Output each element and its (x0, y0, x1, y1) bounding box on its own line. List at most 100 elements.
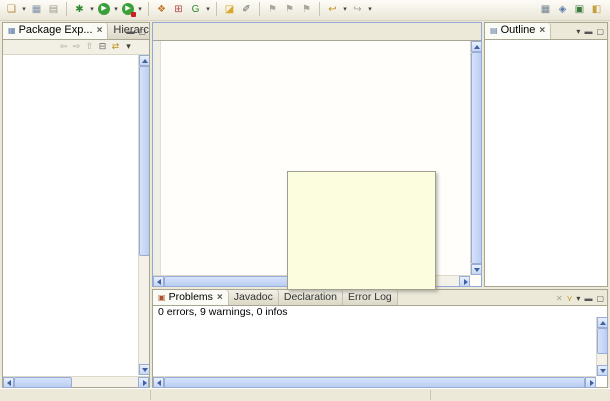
package-explorer-panel: ▦Package Exp...×Hierarchy ▬▢ ⇦⇨⇧⊟⇄▾ (2, 22, 150, 388)
new-wizard-icon-dropdown[interactable]: ▾ (20, 2, 28, 17)
delete-icon[interactable]: ✕ (556, 294, 563, 303)
new-class-icon-dropdown[interactable]: ▾ (204, 2, 212, 17)
debug-icon-dropdown[interactable]: ▾ (88, 2, 96, 17)
tree-horizontal-scrollbar[interactable] (3, 376, 149, 387)
outline-panel: ▤Outline× ▾ ▬ ▢ (484, 22, 608, 287)
problems-vertical-scrollbar[interactable] (596, 317, 607, 376)
arrow-left-icon (157, 279, 161, 285)
scroll-left-button[interactable] (153, 276, 164, 287)
scroll-up-button[interactable] (597, 317, 608, 328)
scroll-left-button[interactable] (3, 377, 14, 388)
scrollbar-thumb[interactable] (597, 328, 608, 354)
scroll-up-button[interactable] (471, 41, 482, 52)
scroll-right-button[interactable] (585, 377, 596, 388)
minimize-icon[interactable]: ▬ (584, 294, 592, 303)
debug-icon[interactable]: ✱ (72, 2, 87, 17)
scrollbar-thumb[interactable] (164, 377, 585, 388)
scroll-right-button[interactable] (459, 276, 470, 287)
package-explorer-tabrow: ▦Package Exp...×Hierarchy ▬▢ (3, 23, 149, 40)
resource-perspective-icon[interactable]: ◈ (555, 2, 570, 17)
java-perspective-icon[interactable]: ▣ (572, 2, 587, 17)
editor-body[interactable] (153, 41, 481, 286)
forward-icon[interactable]: ↪ (350, 2, 365, 17)
eclipse-window: ❏▾▦▤✱▾▶▾▶▾❖⊞G▾◪✐⚑⚑⚑↩▾↪▾ ▦◈▣◧ ▦Package Ex… (0, 0, 610, 401)
new-wizard-icon[interactable]: ❏ (4, 2, 19, 17)
editor-vertical-scrollbar[interactable] (470, 41, 481, 275)
maximize-icon[interactable]: ▢ (138, 27, 146, 36)
toolbar-separator (319, 2, 320, 16)
editor-tabrow (153, 23, 481, 41)
problems-panel: ▣Problems×JavadocDeclarationError Log ✕ ⋎… (152, 289, 608, 388)
maximize-icon[interactable]: ▢ (596, 27, 604, 36)
tree-item[interactable] (3, 56, 138, 68)
up-icon[interactable]: ⇧ (83, 41, 96, 52)
debug-perspective-icon[interactable]: ◧ (589, 2, 604, 17)
perspective-grid-icon[interactable]: ▦ (538, 2, 553, 17)
tree-vertical-scrollbar[interactable] (138, 55, 149, 375)
scroll-up-button[interactable] (139, 55, 149, 66)
run-icon[interactable]: ▶ (98, 3, 110, 15)
view-menu-icon[interactable]: ▾ (576, 27, 580, 36)
new-java-project-icon[interactable]: ❖ (154, 2, 169, 17)
arrow-left-icon (7, 380, 11, 386)
close-icon[interactable]: × (217, 292, 223, 303)
toolbar-separator (66, 2, 67, 16)
next-annotation-icon[interactable]: ⚑ (299, 2, 314, 17)
forward-icon[interactable]: ⇨ (70, 41, 83, 52)
back-icon[interactable]: ⇦ (57, 41, 70, 52)
problems-horizontal-scrollbar[interactable] (153, 376, 596, 387)
tab-problems[interactable]: ▣Problems× (153, 290, 229, 305)
package-explorer-header-icons: ▬▢ (122, 25, 146, 37)
tab-outline[interactable]: ▤Outline× (485, 23, 551, 39)
last-edit-location-icon[interactable]: ⚑ (265, 2, 280, 17)
external-tools-icon-dropdown[interactable]: ▾ (136, 2, 144, 17)
open-file-icon[interactable]: ◪ (222, 2, 237, 17)
forward-icon-dropdown[interactable]: ▾ (366, 2, 374, 17)
editor-panel (152, 22, 482, 287)
scrollbar-thumb[interactable] (14, 377, 72, 388)
tab-package-exp[interactable]: ▦Package Exp...× (3, 23, 108, 39)
search-icon[interactable]: ✐ (239, 2, 254, 17)
print-icon[interactable]: ▤ (46, 2, 61, 17)
view-menu-icon[interactable]: ▾ (122, 41, 135, 52)
minimize-icon[interactable]: ▬ (584, 27, 592, 36)
scroll-left-button[interactable] (153, 377, 164, 388)
external-tools-icon[interactable]: ▶ (122, 3, 134, 15)
arrow-up-icon (142, 59, 148, 63)
scroll-down-button[interactable] (597, 365, 608, 376)
collapse-all-icon[interactable]: ⊟ (96, 41, 109, 52)
close-icon[interactable]: × (97, 25, 103, 36)
run-icon-dropdown[interactable]: ▾ (112, 2, 120, 17)
scrollbar-thumb[interactable] (139, 66, 149, 256)
arrow-down-icon (142, 368, 148, 372)
tab-javadoc[interactable]: Javadoc (229, 290, 279, 305)
tab-declaration[interactable]: Declaration (279, 290, 343, 305)
scrollbar-thumb[interactable] (164, 276, 294, 287)
previous-annotation-icon[interactable]: ⚑ (282, 2, 297, 17)
minimize-icon[interactable]: ▬ (126, 27, 134, 36)
new-package-icon[interactable]: ⊞ (171, 2, 186, 17)
package-explorer-treewrap (3, 55, 149, 375)
arrow-up-icon (474, 45, 480, 49)
save-icon[interactable]: ▦ (29, 2, 44, 17)
package-explorer-tree (3, 56, 138, 68)
scroll-down-button[interactable] (139, 364, 149, 375)
toolbar-separator (259, 2, 260, 16)
problems-table-rows (153, 330, 596, 376)
scroll-right-button[interactable] (138, 377, 149, 388)
view-menu-icon[interactable]: ▾ (576, 294, 580, 303)
status-divider (150, 390, 151, 400)
new-class-icon[interactable]: G (188, 2, 203, 17)
close-icon[interactable]: × (539, 25, 545, 36)
tab-error-log[interactable]: Error Log (343, 290, 398, 305)
filter-icon[interactable]: ⋎ (567, 294, 573, 303)
main-toolbar: ❏▾▦▤✱▾▶▾▶▾❖⊞G▾◪✐⚑⚑⚑↩▾↪▾ ▦◈▣◧ (0, 0, 610, 21)
back-icon-dropdown[interactable]: ▾ (341, 2, 349, 17)
back-icon[interactable]: ↩ (325, 2, 340, 17)
scroll-down-button[interactable] (471, 264, 482, 275)
maximize-icon[interactable]: ▢ (596, 294, 604, 303)
link-with-editor-icon[interactable]: ⇄ (109, 41, 122, 52)
scrollbar-thumb[interactable] (471, 52, 482, 264)
arrow-up-icon (600, 321, 606, 325)
arrow-right-icon (590, 380, 594, 386)
